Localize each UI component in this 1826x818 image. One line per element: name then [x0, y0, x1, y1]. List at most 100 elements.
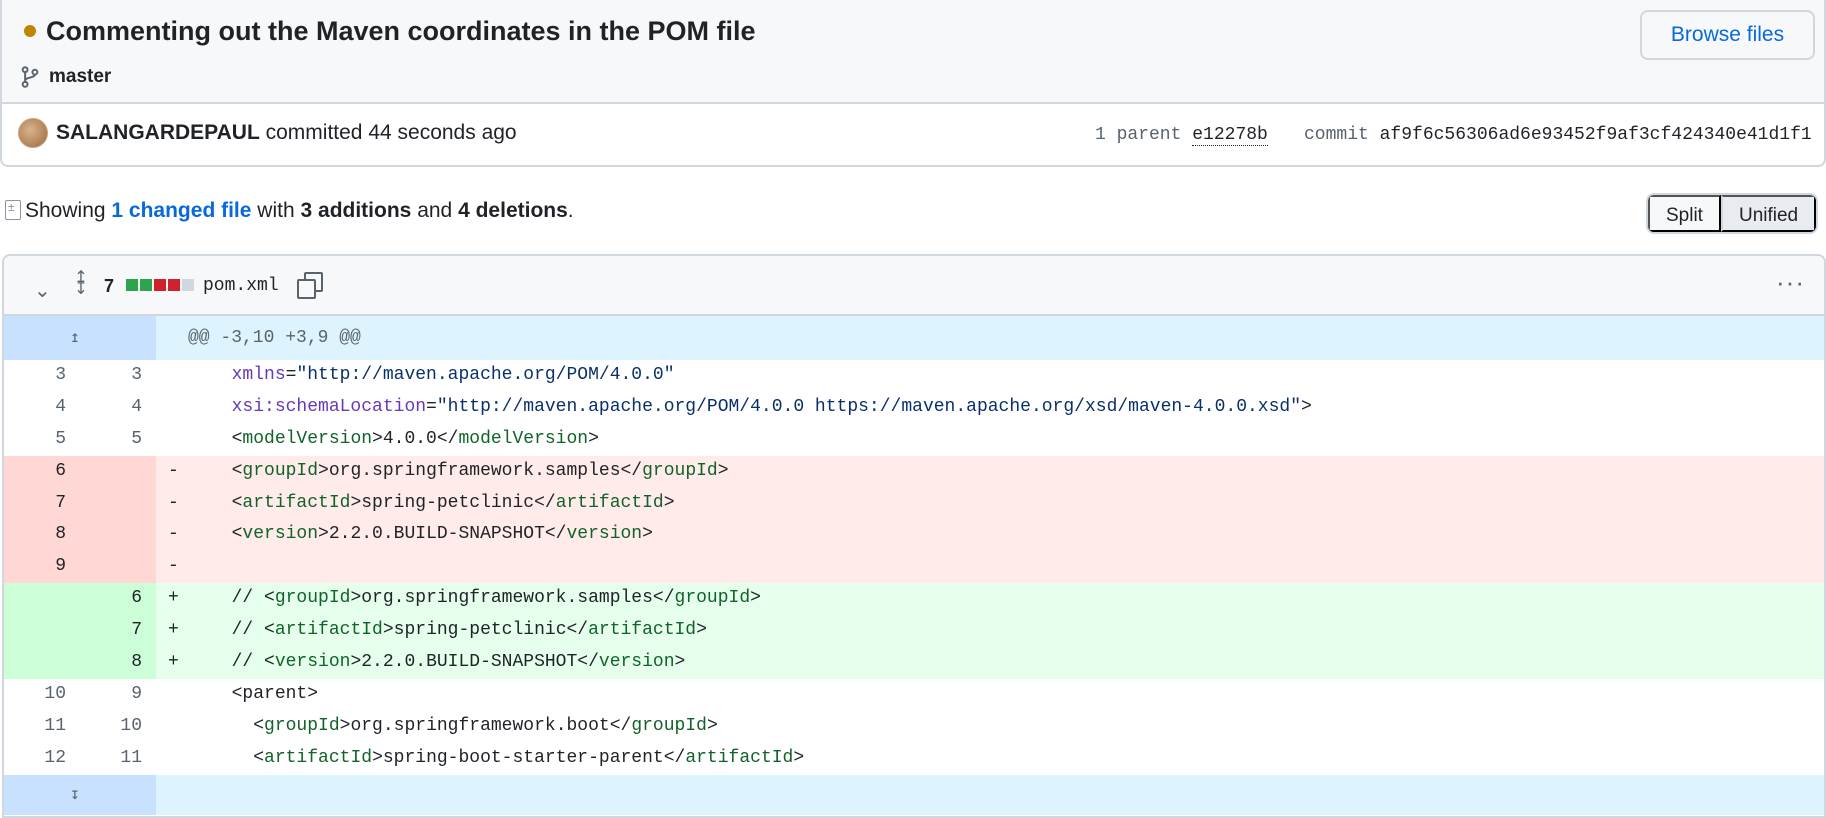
parent-sha-link[interactable]: e12278b [1192, 125, 1268, 146]
new-line-number[interactable]: 8 [74, 647, 142, 679]
commit-title-bar: Commenting out the Maven coordinates in … [2, 0, 1824, 104]
diff-line-add: 8 + // <version>2.2.0.BUILD-SNAPSHOT</ver… [4, 647, 1824, 679]
new-line-number[interactable]: 11 [74, 743, 142, 775]
diff-marker [168, 711, 188, 743]
diffstat-block-del [168, 279, 180, 291]
chevron-down-icon[interactable]: ⌄ [34, 278, 51, 303]
code-token: artifactId [685, 747, 794, 768]
avatar[interactable] [18, 118, 48, 148]
new-line-number[interactable]: 7 [74, 615, 142, 647]
code-token: version [274, 652, 351, 673]
hunk-gutter [4, 774, 156, 815]
git-branch-icon [21, 66, 39, 88]
new-line-number[interactable]: 9 [74, 679, 142, 711]
unfold-icon[interactable]: ↥ ↧ [70, 270, 92, 298]
new-line-number[interactable]: 4 [74, 392, 142, 424]
summary-prefix: Showing [25, 199, 106, 222]
diff-marker: + [168, 620, 179, 641]
new-line-number[interactable] [74, 456, 142, 488]
code-token: modelVersion [242, 428, 373, 449]
code-token: > [706, 715, 718, 736]
diff-line-ctx: 11 10 <groupId>org.springframework.boot</… [4, 710, 1824, 743]
old-line-number[interactable]: 11 [4, 711, 66, 743]
code-token: < [264, 652, 275, 673]
file-diff-icon [5, 200, 21, 220]
code-token: >2.2.0.BUILD-SNAPSHOT</ [318, 524, 567, 545]
old-line-number[interactable]: 8 [4, 519, 66, 551]
diff-marker: - [168, 460, 179, 481]
code-token: < [231, 524, 243, 545]
commit-title: Commenting out the Maven coordinates in … [46, 16, 756, 46]
code-token: artifactId [555, 492, 664, 513]
author-name[interactable]: SALANGARDEPAUL [56, 121, 260, 144]
old-line-number[interactable]: 9 [4, 551, 66, 583]
code-token: groupId [642, 460, 718, 481]
deletions-count: 4 deletions [458, 199, 568, 222]
new-line-number[interactable]: 3 [74, 360, 142, 392]
hunk-header-row: ↥ @@ -3,10 +3,9 @@ [4, 316, 1824, 360]
diff-view-toggle: Split Unified [1646, 193, 1819, 234]
browse-files-button[interactable]: Browse files [1640, 10, 1815, 60]
code-token: < [231, 492, 243, 513]
commit-sha-info: commit af9f6c56306ad6e93452f9af3cf424340… [1304, 122, 1812, 148]
old-line-number[interactable]: 4 [4, 392, 66, 424]
new-line-number[interactable]: 6 [74, 583, 142, 615]
file-name[interactable]: pom.xml [203, 274, 279, 298]
new-line-number[interactable]: 10 [74, 711, 142, 743]
hunk-header: @@ -3,10 +3,9 @@ [188, 328, 361, 348]
summary-with: with [257, 199, 295, 222]
diffstat-block-del [154, 279, 166, 291]
code-token: > [674, 652, 686, 673]
branch-name[interactable]: master [49, 64, 111, 90]
old-line-number[interactable]: 5 [4, 424, 66, 456]
additions-count: 3 additions [300, 199, 412, 222]
old-line-number[interactable]: 6 [4, 456, 66, 488]
code-line: <modelVersion>4.0.0</modelVersion> [210, 424, 599, 456]
diff-table: ↥ @@ -3,10 +3,9 @@ 33 xmlns="http://mave… [4, 316, 1824, 815]
old-line-number[interactable] [4, 615, 66, 647]
code-token: > [717, 460, 729, 481]
changed-files-link[interactable]: 1 changed file [111, 199, 251, 222]
unified-view-button[interactable]: Unified [1720, 195, 1817, 232]
code-token: version [598, 652, 675, 673]
code-token: <parent> [231, 683, 319, 704]
split-view-button[interactable]: Split [1648, 195, 1721, 232]
fold-up-icon[interactable]: ↥ [70, 316, 80, 360]
diff-line-ctx: 55 <modelVersion>4.0.0</modelVersion> [4, 423, 1824, 456]
old-line-number[interactable]: 7 [4, 488, 66, 520]
new-line-number[interactable] [74, 488, 142, 520]
commit-label: commit [1304, 125, 1369, 145]
old-line-number[interactable] [4, 647, 66, 679]
code-token: < [231, 428, 243, 449]
diff-line-add: 7 + // <artifactId>spring-petclinic</arti… [4, 615, 1824, 648]
code-token: xmlns [231, 365, 286, 385]
code-token: "http://maven.apache.org/POM/4.0.0 https… [436, 396, 1301, 417]
old-line-number[interactable] [4, 583, 66, 615]
commit-status-dot[interactable] [24, 25, 36, 37]
diff-marker: - [168, 524, 179, 545]
old-line-number[interactable]: 10 [4, 679, 66, 711]
new-line-number[interactable]: 5 [74, 424, 142, 456]
diff-marker [168, 424, 188, 456]
kebab-horizontal-icon[interactable]: ··· [1776, 269, 1805, 295]
fold-down-icon[interactable]: ↧ [70, 775, 80, 815]
code-token: > [588, 428, 599, 449]
new-line-number[interactable] [74, 551, 142, 583]
copy-icon[interactable] [297, 272, 323, 299]
parent-info: 1 parent e12278b [1095, 122, 1268, 148]
code-token: groupId [274, 588, 351, 609]
diff-marker [168, 360, 188, 392]
old-line-number[interactable]: 3 [4, 360, 66, 392]
commit-time: 44 seconds ago [368, 121, 517, 144]
code-token: > [696, 620, 707, 641]
code-token: = [426, 396, 437, 417]
new-line-number[interactable] [74, 519, 142, 551]
code-token: groupId [242, 460, 319, 481]
code-token: "http://maven.apache.org/POM/4.0.0" [296, 365, 675, 385]
file-header: ⌄ ↥ ↧ 7 pom.xml ··· [4, 256, 1824, 316]
code-token: = [285, 365, 297, 385]
old-line-number[interactable]: 12 [4, 743, 66, 775]
